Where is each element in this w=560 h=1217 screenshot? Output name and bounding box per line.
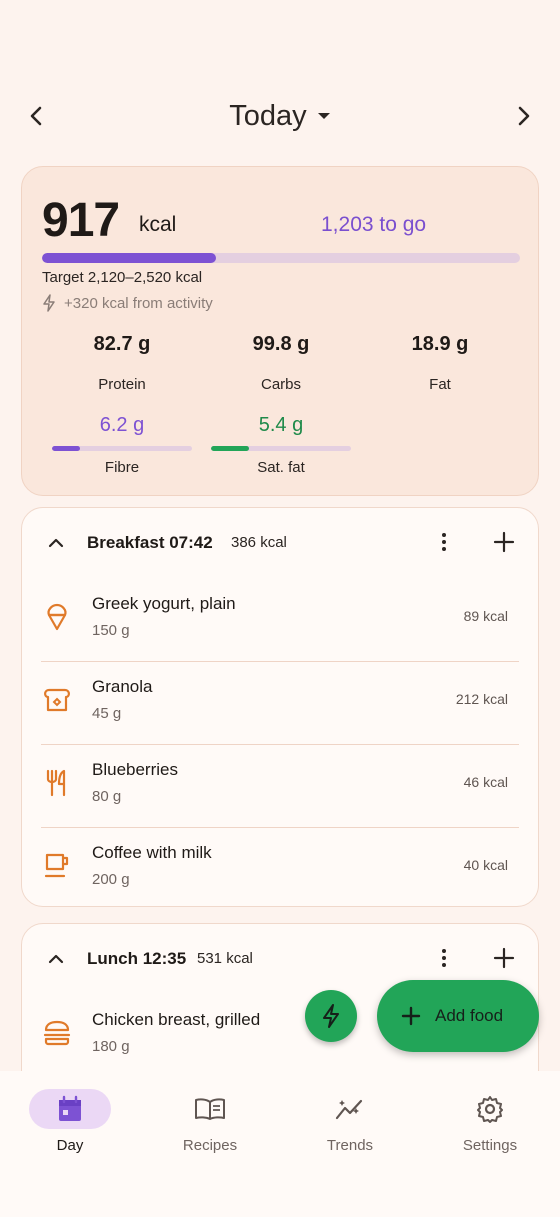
calorie-progress-fill [42, 253, 216, 263]
fibre-progress-bar [52, 446, 192, 451]
macro-value: 99.8 g [252, 333, 310, 355]
food-item[interactable]: Coffee with milk 200 g 40 kcal [22, 827, 538, 910]
cutlery-icon [42, 768, 72, 798]
nav-settings[interactable]: Settings [420, 1089, 560, 1154]
nav-label: Day [56, 1137, 84, 1154]
add-icon[interactable] [492, 946, 516, 970]
nav-recipes[interactable]: Recipes [140, 1089, 280, 1154]
sat-fat-progress-fill [211, 446, 249, 451]
more-vert-icon[interactable] [432, 530, 456, 554]
meal-name: Breakfast 07:42 [87, 533, 213, 552]
macro-protein: 82.7 g Protein [42, 333, 202, 393]
bottom-navigation: Day Recipes Trends Settings [0, 1071, 560, 1217]
nav-label: Trends [326, 1137, 374, 1154]
food-quantity: 80 g [92, 788, 122, 805]
nav-indicator [169, 1089, 251, 1129]
food-name: Coffee with milk [92, 843, 212, 862]
meal-header[interactable]: Breakfast 07:42 386 kcal [22, 508, 538, 578]
activity-bonus: +320 kcal from activity [42, 294, 213, 312]
macro-value: 5.4 g [258, 414, 304, 436]
lightning-icon [323, 1004, 339, 1028]
nav-label: Recipes [182, 1137, 238, 1154]
date-header: Today [0, 88, 560, 144]
chevron-right-icon [518, 106, 530, 126]
meal-name: Lunch 12:35 [87, 949, 187, 968]
calorie-target: Target 2,120–2,520 kcal [42, 269, 203, 286]
fibre-progress-fill [52, 446, 80, 451]
coffee-icon [42, 851, 72, 881]
food-name: Greek yogurt, plain [92, 594, 236, 613]
gear-icon [477, 1096, 503, 1123]
page-title: Today [229, 99, 307, 132]
food-quantity: 150 g [92, 622, 130, 639]
food-quantity: 45 g [92, 705, 122, 722]
add-food-button[interactable]: Add food [377, 980, 539, 1052]
lightning-icon [43, 294, 55, 312]
macro-label: Protein [98, 376, 146, 393]
nav-day[interactable]: Day [0, 1089, 140, 1154]
next-day-button[interactable] [506, 98, 542, 134]
macro-label: Sat. fat [257, 459, 305, 476]
food-quantity: 200 g [92, 871, 130, 888]
date-selector[interactable]: Today [229, 100, 330, 133]
meal-kcal: 531 kcal [197, 950, 253, 967]
calories-remaining: 1,203 to go [321, 213, 427, 236]
food-item[interactable]: Granola 45 g 212 kcal [22, 661, 538, 744]
food-quantity: 180 g [92, 1038, 130, 1055]
sat-fat-progress-bar [211, 446, 351, 451]
nav-indicator [29, 1089, 111, 1129]
food-name: Granola [92, 677, 153, 696]
macro-value: 82.7 g [93, 333, 151, 355]
food-kcal: 212 kcal [455, 691, 508, 707]
daily-summary-card: 917 kcal 1,203 to go Target 2,120–2,520 … [21, 166, 539, 496]
macro-carbs: 99.8 g Carbs [201, 333, 361, 393]
calorie-progress-bar [42, 253, 520, 263]
previous-day-button[interactable] [18, 98, 54, 134]
nav-indicator [309, 1089, 391, 1129]
macro-label: Carbs [260, 376, 301, 393]
macro-sat-fat: 5.4 g Sat. fat [211, 414, 351, 476]
add-food-label: Add food [435, 1006, 504, 1025]
macro-label: Fat [429, 376, 451, 393]
nav-indicator [449, 1089, 531, 1129]
macro-fat: 18.9 g Fat [360, 333, 520, 393]
food-item[interactable]: Blueberries 80 g 46 kcal [22, 744, 538, 827]
chevron-up-icon[interactable] [47, 532, 65, 552]
plus-icon [401, 1006, 421, 1026]
food-name: Blueberries [92, 760, 178, 779]
macro-label: Fibre [104, 459, 140, 476]
meal-kcal: 386 kcal [231, 534, 287, 551]
more-vert-icon[interactable] [432, 946, 456, 970]
ice-cream-icon [42, 602, 72, 632]
food-item[interactable]: Greek yogurt, plain 150 g 89 kcal [22, 578, 538, 661]
food-kcal: 40 kcal [463, 857, 508, 873]
add-icon[interactable] [492, 530, 516, 554]
calories-consumed: 917 [42, 194, 120, 247]
food-name: Chicken breast, grilled [92, 1010, 261, 1029]
food-kcal: 89 kcal [463, 608, 508, 624]
macro-value: 18.9 g [411, 333, 469, 355]
calorie-total: 917 kcal 1,203 to go [42, 193, 518, 253]
macro-fibre: 6.2 g Fibre [52, 414, 192, 476]
trends-icon [335, 1099, 363, 1120]
book-icon [195, 1098, 225, 1120]
meal-card-breakfast: Breakfast 07:42 386 kcal Greek yogurt, p… [21, 507, 539, 907]
burger-icon [42, 1018, 72, 1048]
macro-value: 6.2 g [99, 414, 145, 436]
quick-add-button[interactable] [305, 990, 357, 1042]
nav-label: Settings [462, 1137, 518, 1154]
food-kcal: 46 kcal [463, 774, 508, 790]
chevron-left-icon [30, 106, 42, 126]
dropdown-arrow-icon [317, 113, 330, 119]
bread-icon [42, 685, 72, 715]
activity-text: +320 kcal from activity [64, 294, 213, 312]
chevron-up-icon[interactable] [47, 948, 65, 968]
calories-unit: kcal [139, 213, 177, 236]
nav-trends[interactable]: Trends [280, 1089, 420, 1154]
calendar-icon [59, 1095, 81, 1121]
